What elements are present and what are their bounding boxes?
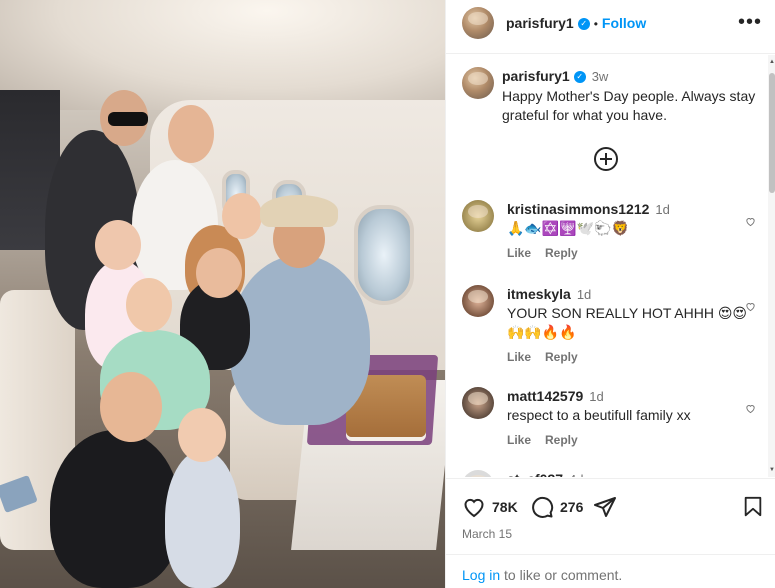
person bbox=[230, 255, 370, 425]
comment-time[interactable]: 1d bbox=[655, 202, 669, 217]
comment-actions: Like Reply bbox=[507, 246, 762, 260]
cabin-ceiling bbox=[0, 0, 445, 110]
login-prompt-text: to like or comment. bbox=[500, 567, 623, 583]
comment-body: itmeskyla 1d YOUR SON REALLY HOT AHHH 😍😍 … bbox=[507, 285, 762, 364]
share-icon[interactable] bbox=[593, 495, 617, 519]
like-comment-button[interactable]: Like bbox=[507, 246, 531, 260]
header-user-line: parisfury1 ✓ • Follow bbox=[506, 15, 646, 31]
login-prompt: Log in to like or comment. bbox=[446, 554, 775, 588]
username[interactable]: parisfury1 bbox=[506, 15, 574, 31]
person-head bbox=[196, 248, 242, 298]
comment-text-line2: 🙌🙌🔥🔥 bbox=[507, 324, 577, 340]
comment-text: 🙏🐟✡️🕎🕊️🐑🦁 bbox=[507, 220, 630, 236]
person bbox=[50, 430, 180, 588]
person-head bbox=[100, 372, 162, 442]
caption-text: Happy Mother's Day people. Always stay g… bbox=[502, 88, 756, 123]
more-options-icon[interactable]: ••• bbox=[738, 12, 762, 32]
person-head bbox=[178, 408, 226, 462]
comment-time[interactable]: 4d bbox=[569, 472, 583, 477]
cabin-window bbox=[354, 205, 414, 305]
heart-icon[interactable] bbox=[745, 301, 756, 312]
heart-icon[interactable] bbox=[745, 216, 756, 227]
avatar[interactable] bbox=[462, 387, 494, 419]
comment-time[interactable]: 1d bbox=[577, 287, 591, 302]
scrollbar-thumb[interactable] bbox=[769, 73, 775, 193]
comment-text: respect to a beutifull family xx bbox=[507, 407, 691, 423]
reply-button[interactable]: Reply bbox=[545, 350, 578, 364]
bookmark-icon[interactable] bbox=[742, 495, 764, 519]
comment-body: st_ef037 4d bbox=[507, 470, 762, 477]
person-head bbox=[168, 105, 214, 163]
post-header: parisfury1 ✓ • Follow ••• bbox=[446, 0, 775, 54]
post-date[interactable]: March 15 bbox=[462, 527, 512, 541]
comment-actions: Like Reply bbox=[507, 433, 762, 447]
like-comment-button[interactable]: Like bbox=[507, 433, 531, 447]
comment-body: kristinasimmons1212 1d 🙏🐟✡️🕎🕊️🐑🦁 Like Repl… bbox=[507, 200, 762, 260]
caption-username[interactable]: parisfury1 bbox=[502, 68, 570, 84]
comment-username[interactable]: kristinasimmons1212 bbox=[507, 201, 649, 217]
person-head bbox=[126, 278, 172, 332]
login-link[interactable]: Log in bbox=[462, 567, 500, 583]
action-row: 78K 276 bbox=[462, 495, 762, 521]
person-head bbox=[95, 220, 141, 270]
heart-icon[interactable] bbox=[745, 403, 756, 414]
avatar[interactable] bbox=[462, 67, 494, 99]
comment-icon[interactable] bbox=[530, 495, 554, 519]
verified-badge-icon: ✓ bbox=[573, 71, 586, 84]
comment-username[interactable]: st_ef037 bbox=[507, 471, 563, 477]
like-comment-button[interactable]: Like bbox=[507, 350, 531, 364]
post-photo[interactable] bbox=[0, 0, 445, 588]
avatar[interactable] bbox=[462, 7, 494, 39]
caption-content: parisfury1 ✓ 3w Happy Mother's Day people.… bbox=[502, 67, 762, 125]
caption-time[interactable]: 3w bbox=[592, 69, 609, 84]
reply-button[interactable]: Reply bbox=[545, 433, 578, 447]
scroll-down-arrow-icon[interactable]: ▼ bbox=[769, 467, 775, 473]
likes-count[interactable]: 78K bbox=[492, 499, 518, 515]
separator-dot: • bbox=[593, 17, 598, 31]
comments-scroll-area[interactable]: parisfury1 ✓ 3w Happy Mother's Day people.… bbox=[446, 55, 768, 477]
post-footer: 78K 276 March 15 Log in to like or comme… bbox=[446, 478, 775, 588]
comment-username[interactable]: matt142579 bbox=[507, 388, 583, 404]
scrollbar[interactable]: ▲ ▼ bbox=[768, 55, 775, 477]
avatar[interactable] bbox=[462, 470, 494, 477]
avatar[interactable] bbox=[462, 285, 494, 317]
comment-body: matt142579 1d respect to a beutifull fami… bbox=[507, 387, 762, 447]
heart-icon[interactable] bbox=[462, 495, 486, 519]
comment-text: YOUR SON REALLY HOT AHHH 😍😍 bbox=[507, 305, 748, 321]
comment-time[interactable]: 1d bbox=[589, 389, 603, 404]
follow-button[interactable]: Follow bbox=[602, 15, 646, 31]
post-side-panel: parisfury1 ✓ • Follow ••• parisfury1 ✓ 3w Hap… bbox=[445, 0, 775, 588]
verified-badge-icon: ✓ bbox=[577, 18, 590, 31]
comments-count[interactable]: 276 bbox=[560, 499, 583, 515]
person-head bbox=[222, 193, 262, 239]
scroll-up-arrow-icon[interactable]: ▲ bbox=[769, 59, 775, 65]
sunglasses bbox=[108, 112, 148, 126]
comment-actions: Like Reply bbox=[507, 350, 762, 364]
person bbox=[165, 450, 240, 588]
add-comment-icon[interactable] bbox=[594, 147, 618, 171]
reply-button[interactable]: Reply bbox=[545, 246, 578, 260]
comment-username[interactable]: itmeskyla bbox=[507, 286, 571, 302]
avatar[interactable] bbox=[462, 200, 494, 232]
straw-hat bbox=[260, 195, 338, 227]
